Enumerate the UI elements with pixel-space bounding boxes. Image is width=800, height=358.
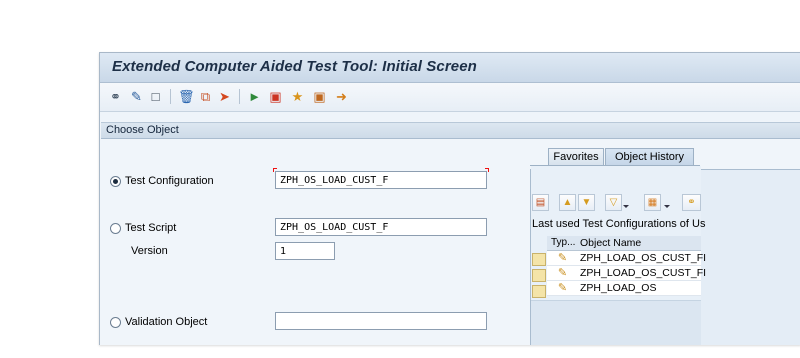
column-type[interactable]: Typ... [551,236,575,250]
application-toolbar: ⚭ ✎ □ 🗑 ⧉ ➤ ► ▣ ★ ▣ ➜ [100,83,800,112]
translate-icon[interactable]: ★ [290,89,305,104]
trash-icon[interactable]: 🗑 [178,89,195,104]
test-configuration-icon: ✎ [557,282,568,294]
test-configuration-icon: ✎ [557,252,568,264]
history-header: Last used Test Configurations of Us [532,218,706,230]
glasses-icon[interactable]: ⚭ [682,194,701,211]
transport-icon[interactable]: ▣ [312,89,327,104]
sort-ascending-icon[interactable]: ▲ [559,194,576,211]
validation-object-option[interactable]: Validation Object [110,315,207,329]
required-marker [273,168,277,172]
row-selector[interactable] [532,285,546,298]
window-title: Extended Computer Aided Test Tool: Initi… [112,58,477,75]
version-field[interactable]: 1 [275,242,335,260]
sort-descending-icon[interactable]: ▼ [578,194,595,211]
filter-dropdown-icon[interactable] [623,205,629,208]
test-configuration-icon: ✎ [557,267,568,279]
required-marker [485,168,489,172]
version-label: Version [131,245,168,257]
tab-favorites[interactable]: Favorites [548,148,604,165]
group-header: Choose Object [101,122,800,139]
test-script-field[interactable]: ZPH_OS_LOAD_CUST_F [275,218,487,236]
validation-object-label: Validation Object [125,316,208,328]
execute-icon[interactable]: ► [247,89,262,104]
tab-object-history[interactable]: Object History [605,148,694,165]
test-script-radio[interactable] [110,222,121,234]
copy-icon[interactable]: ⧉ [198,89,213,104]
layout-dropdown-icon[interactable] [664,205,670,208]
test-configuration-field[interactable]: ZPH_OS_LOAD_CUST_F [275,171,487,189]
toolbar-separator [239,89,240,104]
toolbar-separator [170,89,171,104]
test-configuration-label: Test Configuration [125,175,214,187]
glasses-icon[interactable]: ⚭ [108,89,123,104]
row-selector[interactable] [532,253,546,266]
validation-object-radio[interactable] [110,316,121,328]
layout-icon[interactable]: ▦ [644,194,661,211]
title-bar: Extended Computer Aided Test Tool: Initi… [100,53,800,83]
object-name[interactable]: ZPH_LOAD_OS_CUST_FI [580,266,706,280]
test-configuration-radio[interactable] [110,175,121,187]
group-title: Choose Object [106,124,179,136]
rename-icon[interactable]: ➤ [217,89,232,104]
test-configuration-option[interactable]: Test Configuration [110,174,214,188]
test-script-option[interactable]: Test Script [110,221,176,235]
new-document-icon[interactable]: □ [148,89,163,104]
object-name[interactable]: ZPH_LOAD_OS [580,281,656,295]
grid-empty-area [531,300,701,345]
row-selector[interactable] [532,269,546,282]
export-icon[interactable]: ➜ [334,89,349,104]
pencil-icon[interactable]: ✎ [129,89,144,104]
details-icon[interactable]: ▤ [532,194,549,211]
filter-icon[interactable]: ▽ [605,194,622,211]
display-icon[interactable]: ▣ [268,89,283,104]
column-object-name[interactable]: Object Name [580,236,641,250]
object-name[interactable]: ZPH_LOAD_OS_CUST_FI [580,251,706,265]
validation-object-field[interactable] [275,312,487,330]
test-script-label: Test Script [125,222,177,234]
